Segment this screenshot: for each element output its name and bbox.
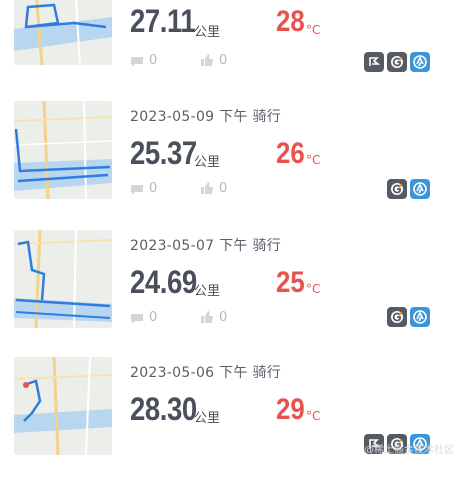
distance-value: 28.30	[130, 391, 197, 427]
temperature-value: 25	[276, 266, 305, 299]
comment-icon[interactable]	[130, 313, 144, 325]
comment-count: 0	[149, 310, 158, 325]
distance-unit: 公里	[194, 411, 221, 426]
like-icon[interactable]	[200, 182, 214, 195]
comment-icon[interactable]	[130, 56, 144, 68]
watermark: @稀土掘金技术社区	[364, 445, 454, 456]
comment-count: 0	[149, 181, 158, 196]
like-count: 0	[219, 310, 228, 325]
distance-unit: 公里	[194, 25, 221, 40]
sync-badges	[364, 52, 430, 72]
sync-badges	[387, 307, 430, 327]
distance-unit: 公里	[194, 284, 221, 299]
route-map-thumbnail[interactable]	[14, 101, 112, 199]
temperature-unit: °C	[306, 153, 321, 167]
temperature-unit: °C	[306, 409, 321, 423]
like-count: 0	[219, 181, 228, 196]
route-badge-icon	[364, 52, 384, 72]
like-icon[interactable]	[200, 311, 214, 324]
sync-badges	[387, 179, 430, 199]
comment-count: 0	[149, 53, 158, 68]
temperature-unit: °C	[306, 23, 321, 37]
route-map-thumbnail[interactable]	[14, 357, 112, 455]
strava-badge-icon	[410, 307, 430, 327]
temperature-value: 26	[276, 137, 305, 170]
route-map-thumbnail[interactable]	[14, 230, 112, 328]
like-icon[interactable]	[200, 54, 214, 67]
g-badge-icon	[387, 52, 407, 72]
strava-badge-icon	[410, 52, 430, 72]
activity-card[interactable]: 27.11 公里 28 °C 0 0	[0, 0, 460, 95]
like-count: 0	[219, 53, 228, 68]
distance-value: 24.69	[130, 264, 197, 300]
temperature-unit: °C	[306, 282, 321, 296]
activity-date: 2023-05-07 下午 骑行	[130, 238, 282, 254]
g-badge-icon	[387, 307, 407, 327]
temperature-value: 29	[276, 393, 305, 426]
distance-value: 25.37	[130, 135, 197, 171]
distance-value: 27.11	[130, 3, 196, 39]
activity-card[interactable]: 2023-05-09 下午 骑行 25.37 公里 26 °C 0 0	[0, 101, 460, 229]
strava-badge-icon	[410, 179, 430, 199]
comment-icon[interactable]	[130, 184, 144, 196]
temperature-value: 28	[276, 5, 305, 38]
route-map-thumbnail[interactable]	[14, 0, 112, 65]
g-badge-icon	[387, 179, 407, 199]
activity-card[interactable]: 2023-05-07 下午 骑行 24.69 公里 25 °C 0 0	[0, 230, 460, 358]
distance-unit: 公里	[194, 155, 221, 170]
activity-card[interactable]: 2023-05-06 下午 骑行 28.30 公里 29 °C	[0, 357, 460, 485]
activity-date: 2023-05-06 下午 骑行	[130, 365, 282, 381]
activity-date: 2023-05-09 下午 骑行	[130, 109, 282, 125]
